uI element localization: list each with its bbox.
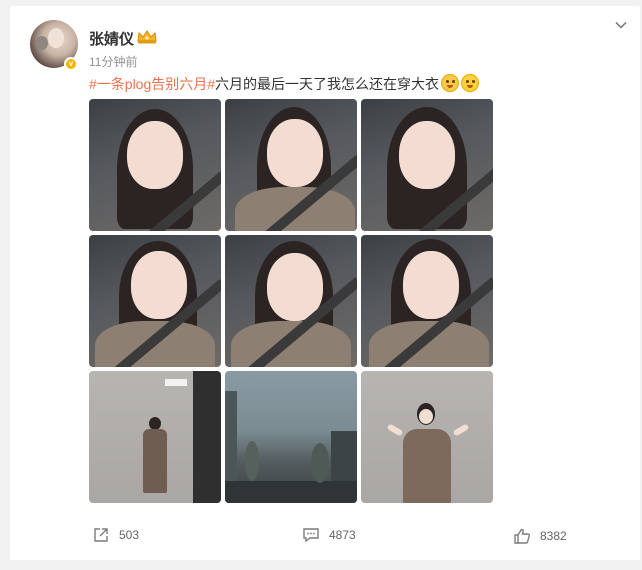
photo-1[interactable]	[89, 99, 221, 231]
post-body: 六月的最后一天了我怎么还在穿大衣	[215, 76, 440, 92]
share-icon	[94, 528, 108, 542]
hug-emoji-icon	[441, 74, 460, 92]
photo-9[interactable]	[361, 371, 493, 503]
photo-6[interactable]	[361, 235, 493, 367]
comment-button[interactable]: 4873	[302, 526, 356, 544]
like-icon	[514, 528, 530, 544]
share-button[interactable]: 503	[92, 526, 139, 544]
share-count: 503	[119, 528, 140, 542]
photo-7[interactable]	[89, 371, 221, 503]
photo-8[interactable]	[225, 371, 357, 503]
chevron-down-icon[interactable]	[614, 18, 628, 32]
photo-3[interactable]	[361, 99, 493, 231]
crown-icon	[137, 30, 157, 44]
smile-emoji-icon	[461, 74, 480, 92]
comment-icon	[303, 528, 319, 543]
photo-5[interactable]	[225, 235, 357, 367]
photo-grid	[89, 99, 494, 504]
verified-badge: v	[64, 57, 78, 71]
username[interactable]: 张婧仪	[89, 28, 134, 49]
post-text: #一条plog告别六月#六月的最后一天了我怎么还在穿大衣	[89, 74, 480, 94]
photo-2[interactable]	[225, 99, 357, 231]
weibo-post-card: v 张婧仪 11分钟前 #一条plog告别六月#六月的最后一天了我怎么还在穿大衣	[10, 6, 640, 560]
photo-4[interactable]	[89, 235, 221, 367]
like-count: 8382	[540, 529, 567, 543]
action-bar: 503 4873 8382	[10, 526, 640, 550]
hashtag-link[interactable]: #一条plog告别六月#	[89, 76, 215, 92]
like-button[interactable]: 8382	[513, 527, 567, 545]
comment-count: 4873	[329, 528, 356, 542]
post-time[interactable]: 11分钟前	[89, 53, 137, 70]
